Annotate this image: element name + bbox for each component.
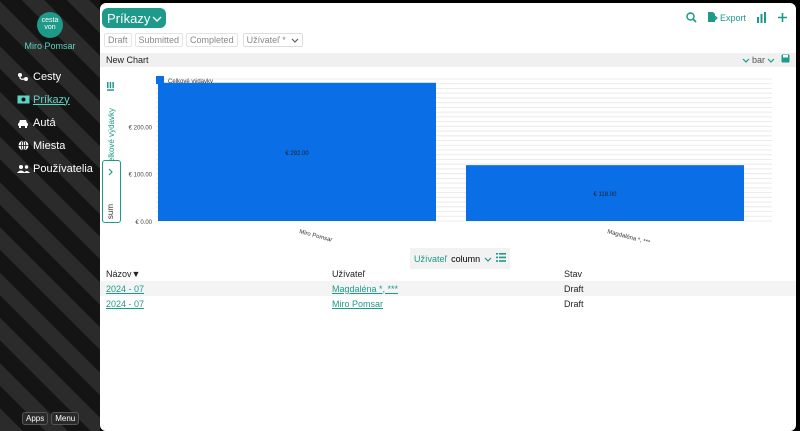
chart-type-select[interactable]: bar — [742, 55, 775, 65]
filter-submitted[interactable]: Submitted — [134, 33, 184, 47]
chevron-down-icon — [152, 11, 162, 26]
aggregation-select[interactable]: sum — [102, 160, 121, 223]
page-title: Príkazy — [107, 10, 151, 26]
list-icon[interactable] — [496, 253, 507, 264]
column-header-nazov[interactable]: Názov▼ — [100, 267, 326, 281]
sidebar-item-label: Autá — [33, 116, 56, 129]
row-name-link[interactable]: 2024 - 07 — [106, 284, 144, 294]
main-panel: Príkazy Export Draft Submitted Completed… — [100, 3, 796, 431]
grip-icon[interactable] — [107, 78, 114, 96]
row-user-link[interactable]: Miro Pomsar — [332, 299, 383, 309]
chevron-down-icon — [742, 55, 750, 65]
sidebar-item-prikazy[interactable]: Príkazy — [16, 88, 93, 111]
table-cell: 2024 - 07 — [100, 281, 326, 296]
sidebar-item-miesta[interactable]: Miesta — [16, 134, 93, 157]
sidebar-item-auta[interactable]: Autá — [16, 111, 93, 134]
app-logo[interactable]: cesta von — [37, 12, 63, 38]
table-cell: Magdaléna *, *** — [326, 281, 558, 296]
money-icon — [16, 94, 30, 105]
logo-text-top: cesta — [41, 17, 59, 24]
save-icon[interactable] — [781, 54, 790, 65]
group-mode: column — [451, 253, 481, 264]
filter-bar: Draft Submitted Completed Užívateľ * — [104, 33, 303, 47]
filter-draft[interactable]: Draft — [104, 33, 132, 47]
chevron-down-icon[interactable] — [484, 254, 492, 264]
sidebar-nav: Cesty Príkazy Autá Miesta Používatelia — [16, 65, 93, 180]
export-button[interactable]: Export — [707, 11, 746, 25]
filter-completed[interactable]: Completed — [186, 33, 238, 47]
search-icon[interactable] — [686, 11, 697, 25]
row-user-link[interactable]: Magdaléna *, *** — [332, 284, 398, 294]
sidebar-item-label: Miesta — [33, 139, 66, 152]
x-tick-label: Miro Pomsar — [298, 229, 332, 244]
chevron-down-icon — [767, 55, 775, 65]
chevron-down-icon — [291, 35, 299, 45]
menu-button[interactable]: Menu — [51, 412, 80, 425]
sidebar-item-label: Príkazy — [33, 93, 70, 106]
measure-panel: Celkové výdavky sum — [102, 76, 121, 224]
x-tick-label: Magdaléna *, *** — [606, 229, 651, 246]
chart-controls: bar — [742, 54, 790, 65]
user-filter-select[interactable]: Užívateľ * — [242, 33, 303, 47]
sidebar-item-label: Používatelia — [33, 162, 93, 175]
sidebar-item-pouzivatelia[interactable]: Používatelia — [16, 157, 93, 180]
column-header-stav[interactable]: Stav — [558, 267, 796, 281]
bar-value-label: € 292.00 — [285, 151, 309, 157]
chart-header: New Chart bar — [100, 53, 796, 67]
table-cell: Miro Pomsar — [326, 296, 558, 311]
table-row[interactable]: 2024 - 07 Miro Pomsar Draft — [100, 296, 796, 311]
user-filter-label: Užívateľ * — [246, 35, 286, 45]
row-name-link[interactable]: 2024 - 07 — [106, 299, 144, 309]
y-tick-label: € 100.00 — [129, 173, 153, 179]
sidebar: cesta von Miro Pomsar Cesty Príkazy Autá — [0, 0, 100, 431]
users-icon — [16, 163, 30, 174]
column-header-uzivatel[interactable]: Užívateľ — [326, 267, 558, 281]
chart-name: New Chart — [106, 55, 149, 65]
aggregation-label: sum — [106, 203, 115, 219]
table-cell: Draft — [564, 298, 584, 309]
view-title-dropdown[interactable]: Príkazy — [102, 8, 167, 28]
bar-value-label: € 118.00 — [594, 192, 618, 198]
group-by-bar: Užívateľ column — [410, 248, 511, 269]
bar-chart: € 0.00€ 100.00€ 200.00Celkové výdavky€ 2… — [129, 76, 772, 246]
sidebar-item-label: Cesty — [33, 70, 62, 83]
export-label: Export — [719, 13, 746, 23]
y-tick-label: € 0.00 — [135, 220, 152, 226]
sidebar-item-cesty[interactable]: Cesty — [16, 65, 93, 88]
y-tick-label: € 200.00 — [129, 125, 153, 131]
user-name: Miro Pomsar — [24, 41, 76, 51]
file-export-icon — [707, 11, 718, 25]
plus-icon[interactable] — [777, 12, 788, 25]
bar-chart-icon[interactable] — [756, 11, 767, 25]
group-field[interactable]: Užívateľ — [414, 254, 447, 264]
globe-icon — [16, 140, 30, 151]
apps-button[interactable]: Apps — [22, 412, 49, 425]
orders-table: Názov▼ Užívateľ Stav 2024 - 07 Magdaléna… — [100, 267, 796, 311]
route-icon — [16, 71, 30, 82]
sidebar-bottom: Apps Menu — [22, 412, 80, 425]
table-cell: Draft — [558, 281, 796, 296]
toolbar: Export — [686, 11, 788, 25]
car-icon — [16, 117, 30, 128]
table-row[interactable]: 2024 - 07 Magdaléna *, *** Draft — [100, 281, 796, 296]
logo-text-bottom: von — [44, 24, 56, 31]
chart-type-label: bar — [751, 54, 765, 65]
table-header-row: Názov▼ Užívateľ Stav — [100, 267, 796, 281]
table-cell: 2024 - 07 — [100, 296, 326, 311]
chevron-right-icon — [107, 163, 114, 181]
